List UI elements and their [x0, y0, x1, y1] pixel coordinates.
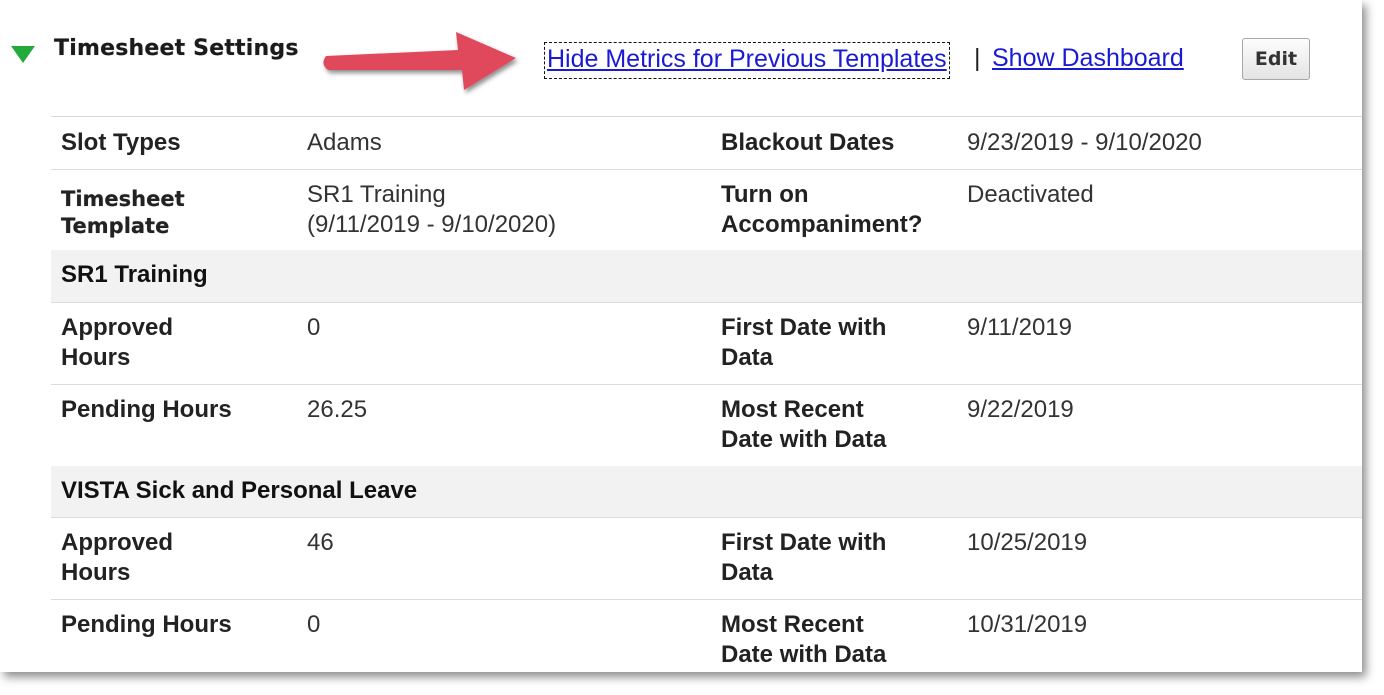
recent-date-value: 10/31/2019 [967, 611, 1088, 638]
approved-hours-label-line: Approved [61, 529, 174, 556]
edit-button[interactable]: Edit [1242, 38, 1310, 80]
link-separator: | [974, 44, 981, 72]
pending-hours-label: Pending Hours [61, 396, 232, 423]
timesheet-template-label: Timesheet Template [61, 186, 185, 240]
hide-metrics-link[interactable]: Hide Metrics for Previous Templates [544, 42, 950, 79]
timesheet-template-range: (9/11/2019 - 9/10/2020) [307, 211, 557, 238]
pending-hours-value: 0 [307, 611, 321, 638]
blackout-dates-label: Blackout Dates [721, 129, 895, 156]
section-heading-row: SR1 Training [51, 250, 1362, 303]
first-date-label-line: First Date with [721, 529, 887, 556]
recent-date-label-line: Most Recent [721, 396, 864, 423]
recent-date-label: Most Recent Date with Data [721, 395, 886, 455]
accompaniment-label-line: Turn on [721, 181, 809, 208]
approved-hours-value: 0 [307, 314, 321, 341]
table-row: Approved Hours 0 First Date with Data 9/… [51, 303, 1362, 385]
slot-types-label: Slot Types [61, 129, 181, 156]
timesheet-template-name: SR1 Training [307, 181, 446, 208]
table-row: Timesheet Template SR1 Training (9/11/20… [51, 170, 1362, 250]
section-heading: SR1 Training [61, 261, 208, 288]
table-row: Pending Hours 0 Most Recent Date with Da… [51, 600, 1362, 672]
approved-hours-label: Approved Hours [61, 313, 173, 373]
recent-date-label-line: Date with Data [721, 641, 887, 668]
approved-hours-label: Approved Hours [61, 528, 173, 588]
recent-date-label: Most Recent Date with Data [721, 610, 886, 670]
first-date-label-line: First Date with [721, 314, 887, 341]
recent-date-label-line: Date with Data [721, 426, 887, 453]
timesheet-template-label-line: Timesheet [61, 187, 185, 211]
section-header: Timesheet Settings Hide Metrics for Prev… [0, 0, 1362, 116]
first-date-value: 10/25/2019 [967, 529, 1088, 556]
show-dashboard-link[interactable]: Show Dashboard [992, 44, 1184, 73]
approved-hours-value: 46 [307, 529, 334, 556]
table-row: Pending Hours 26.25 Most Recent Date wit… [51, 385, 1362, 466]
timesheet-settings-panel: Timesheet Settings Hide Metrics for Prev… [0, 0, 1362, 672]
collapse-triangle-icon[interactable] [10, 44, 36, 64]
blackout-dates-value: 9/23/2019 - 9/10/2020 [967, 129, 1202, 156]
accompaniment-label-line: Accompaniment? [721, 211, 923, 238]
settings-detail-table: Slot Types Adams Blackout Dates 9/23/201… [51, 116, 1362, 672]
accompaniment-value: Deactivated [967, 181, 1094, 208]
table-row: Approved Hours 46 First Date with Data 1… [51, 518, 1362, 600]
table-row: Slot Types Adams Blackout Dates 9/23/201… [51, 117, 1362, 170]
section-heading: VISTA Sick and Personal Leave [61, 477, 418, 504]
timesheet-template-label-line: Template [61, 214, 170, 238]
timesheet-template-value: SR1 Training (9/11/2019 - 9/10/2020) [307, 180, 556, 240]
first-date-value: 9/11/2019 [967, 314, 1072, 341]
approved-hours-label-line: Hours [61, 344, 131, 371]
first-date-label-line: Data [721, 344, 774, 371]
approved-hours-label-line: Hours [61, 559, 131, 586]
approved-hours-label-line: Approved [61, 314, 174, 341]
pending-hours-value: 26.25 [307, 396, 368, 423]
red-arrow-annotation-icon [323, 32, 516, 90]
first-date-label-line: Data [721, 559, 774, 586]
accompaniment-label: Turn on Accompaniment? [721, 180, 922, 240]
section-title: Timesheet Settings [54, 36, 299, 61]
first-date-label: First Date with Data [721, 313, 886, 373]
section-heading-row: VISTA Sick and Personal Leave [51, 466, 1362, 518]
recent-date-label-line: Most Recent [721, 611, 864, 638]
pending-hours-label: Pending Hours [61, 611, 232, 638]
slot-types-value: Adams [307, 129, 382, 156]
recent-date-value: 9/22/2019 [967, 396, 1074, 423]
first-date-label: First Date with Data [721, 528, 886, 588]
